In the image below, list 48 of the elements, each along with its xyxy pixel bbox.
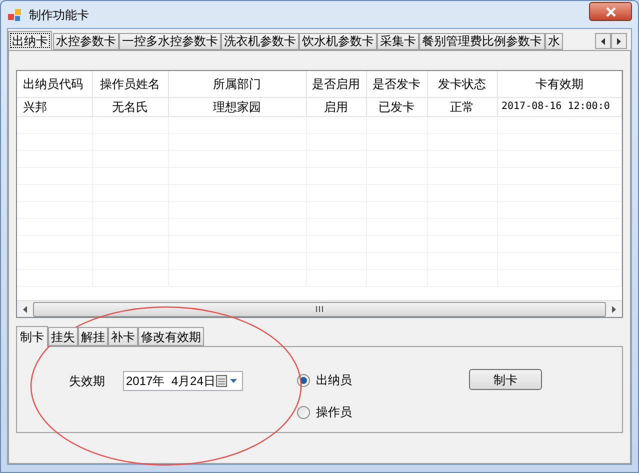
column-header[interactable]: 是否发卡 xyxy=(366,71,427,97)
tab[interactable]: 解挂 xyxy=(78,327,108,346)
scroll-left-button[interactable] xyxy=(595,33,611,49)
calendar-dropdown-icon xyxy=(216,375,238,387)
tab[interactable]: 补卡 xyxy=(108,327,138,346)
window-title: 制作功能卡 xyxy=(29,6,90,24)
tab[interactable]: 洗衣机参数卡 xyxy=(221,33,299,50)
expiry-label: 失效期 xyxy=(69,373,105,390)
column-header[interactable]: 发卡状态 xyxy=(427,71,497,97)
column-header[interactable]: 操作员姓名 xyxy=(92,71,168,97)
column-header[interactable]: 所属部门 xyxy=(168,71,306,97)
radio-label[interactable]: 出纳员 xyxy=(316,371,352,389)
app-icon xyxy=(7,6,23,22)
close-button[interactable] xyxy=(589,2,632,21)
left-arrow-icon xyxy=(601,38,605,44)
column-header[interactable]: 是否启用 xyxy=(306,71,366,97)
tab[interactable]: 修改有效期 xyxy=(138,327,204,346)
tab[interactable]: 一控多水控参数卡 xyxy=(119,33,221,50)
table-cell: 正常 xyxy=(427,97,497,116)
scrollbar-thumb[interactable] xyxy=(33,302,606,316)
tab[interactable]: 餐别管理费比例参数卡 xyxy=(419,33,545,50)
table-cell: 兴邦 xyxy=(17,97,92,116)
tab[interactable]: 水控参数卡 xyxy=(53,33,119,50)
tab[interactable]: 采集卡 xyxy=(377,33,419,50)
left-arrow-icon xyxy=(23,306,27,312)
horizontal-scrollbar[interactable] xyxy=(17,300,622,317)
grip-icon xyxy=(316,306,323,312)
table-cell: 2017-08-16 12:00:0 xyxy=(497,97,622,116)
right-arrow-icon xyxy=(612,306,616,312)
column-header[interactable]: 出纳员代码 xyxy=(17,71,92,97)
table-cell: 无名氏 xyxy=(92,97,168,116)
tab[interactable]: 出纳卡 xyxy=(8,31,52,50)
tab[interactable]: 制卡 xyxy=(16,326,48,347)
column-header[interactable]: 卡有效期 xyxy=(497,71,622,97)
radio-label[interactable]: 操作员 xyxy=(316,403,352,421)
date-picker[interactable]: 2017年 4月24日 xyxy=(123,371,243,391)
table-cell: 已发卡 xyxy=(366,97,427,116)
radio-button[interactable] xyxy=(297,374,310,386)
make-card-button[interactable]: 制卡 xyxy=(469,369,542,390)
tab[interactable]: 饮水机参数卡 xyxy=(299,33,377,50)
scroll-right-button[interactable] xyxy=(611,33,627,49)
table-cell: 理想家园 xyxy=(168,97,306,116)
right-arrow-icon xyxy=(617,38,621,44)
table-cell: 启用 xyxy=(306,97,366,116)
tab[interactable]: 水 xyxy=(545,33,563,50)
radio-button[interactable] xyxy=(297,406,310,418)
tab[interactable]: 挂失 xyxy=(48,327,78,346)
close-icon xyxy=(604,6,616,16)
